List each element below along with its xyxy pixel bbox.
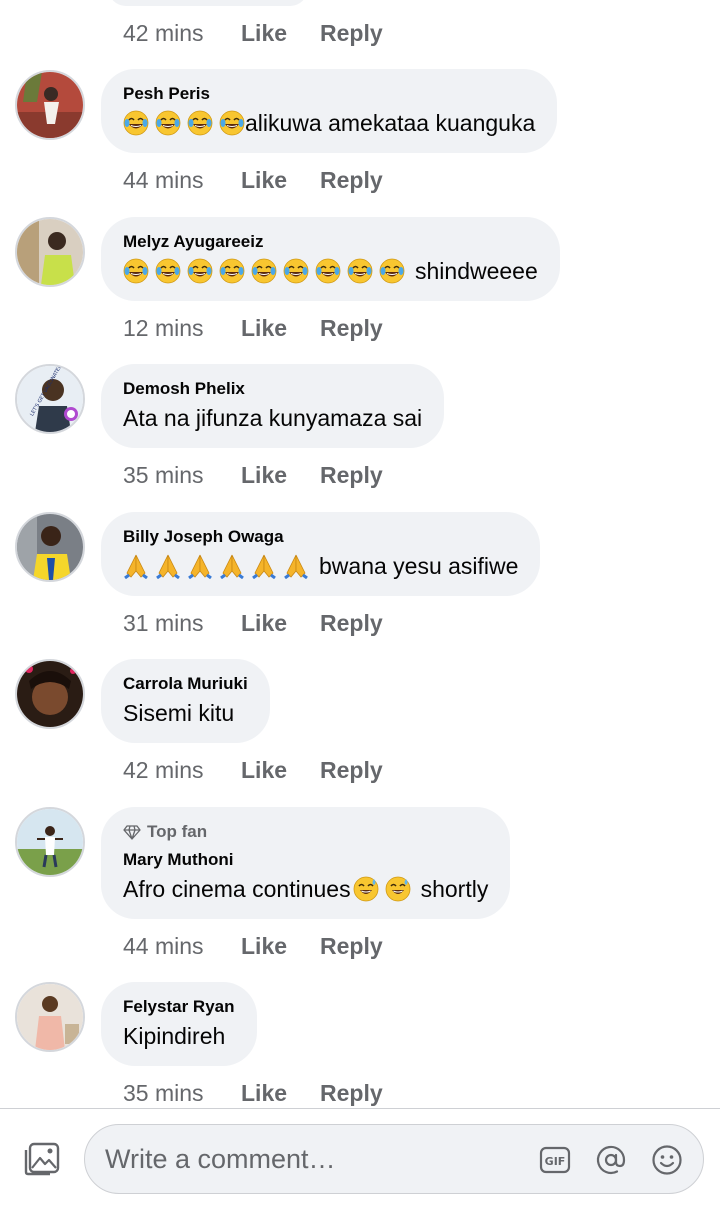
comment-author[interactable]: Carrola Muriuki	[123, 673, 248, 695]
avatar[interactable]	[15, 217, 85, 287]
joy-emoji-icon	[283, 258, 309, 284]
joy-emoji-icon	[219, 258, 245, 284]
comment-actions: 44 mins Like Reply	[123, 162, 383, 198]
like-button[interactable]: Like	[241, 757, 320, 784]
comment-composer: Write a comment… GIF	[0, 1108, 720, 1208]
comment-time: 44 mins	[123, 932, 204, 959]
avatar[interactable]	[15, 512, 85, 582]
comment-bubble[interactable]: Billy Joseph Owaga bwana yesu asifiwe	[101, 512, 541, 596]
diamond-icon	[123, 825, 141, 840]
pray-emoji-icon	[251, 553, 277, 579]
reply-button[interactable]: Reply	[320, 20, 383, 47]
reply-button[interactable]: Reply	[320, 610, 383, 637]
previous-comment-bubble	[108, 0, 308, 6]
comment-time: 12 mins	[123, 314, 204, 341]
comment-bubble[interactable]: Melyz Ayugareeiz shindweeee	[101, 217, 560, 301]
sweat-smile-emoji-icon	[353, 876, 379, 902]
pray-emoji-icon	[123, 553, 149, 579]
comment-actions: 44 mins Like Reply	[123, 928, 383, 964]
reply-button[interactable]: Reply	[320, 167, 383, 194]
joy-emoji-icon	[155, 258, 181, 284]
comment-input-placeholder: Write a comment…	[105, 1144, 336, 1174]
comment-time: 35 mins	[123, 461, 204, 488]
joy-emoji-icon	[315, 258, 341, 284]
comment-bubble[interactable]: Pesh Peris alikuwa amekataa kuanguka	[101, 69, 558, 153]
comment-actions: 42 mins Like Reply	[123, 15, 383, 51]
comment-bubble[interactable]: Demosh Phelix Ata na jifunza kunyamaza s…	[101, 364, 445, 448]
like-button[interactable]: Like	[241, 1080, 320, 1107]
comment-text: Sisemi kitu	[123, 700, 235, 726]
comment-author[interactable]: Mary Muthoni	[123, 849, 488, 871]
like-button[interactable]: Like	[241, 20, 320, 47]
comment-actions: 42 mins Like Reply	[123, 752, 383, 788]
comment-text-body: alikuwa amekataa kuanguka	[245, 110, 536, 136]
comment-bubble[interactable]: Carrola Muriuki Sisemi kitu	[101, 659, 270, 743]
like-button[interactable]: Like	[241, 315, 320, 342]
joy-emoji-icon	[379, 258, 405, 284]
comment-text-body: Afro cinema continues	[123, 876, 351, 902]
comment-time: 42 mins	[123, 756, 204, 783]
comment-author[interactable]: Demosh Phelix	[123, 378, 422, 400]
top-fan-label: Top fan	[147, 822, 208, 841]
comment-text-body: shindweeee	[415, 258, 538, 284]
comment-actions: 35 mins Like Reply	[123, 457, 383, 493]
comment-time: 42 mins	[123, 19, 204, 46]
comment-time: 31 mins	[123, 609, 204, 636]
avatar[interactable]	[15, 70, 85, 140]
reply-button[interactable]: Reply	[320, 462, 383, 489]
reply-button[interactable]: Reply	[320, 757, 383, 784]
comment-text: bwana yesu asifiwe	[123, 550, 518, 582]
joy-emoji-icon	[155, 110, 181, 136]
comment-actions: 12 mins Like Reply	[123, 310, 383, 346]
joy-emoji-icon	[123, 258, 149, 284]
comment-text: Kipindireh	[123, 1023, 226, 1049]
top-fan-badge: Top fan	[123, 821, 488, 843]
reply-button[interactable]: Reply	[320, 933, 383, 960]
avatar[interactable]	[15, 982, 85, 1052]
comment-text: Afro cinema continues shortly	[123, 873, 488, 905]
emoji-icon[interactable]	[651, 1144, 683, 1176]
avatar[interactable]: LET'S GET VACCINATED	[15, 364, 85, 434]
comment-bubble[interactable]: Top fan Mary Muthoni Afro cinema continu…	[101, 807, 511, 919]
comment-author[interactable]: Pesh Peris	[123, 83, 535, 105]
reply-button[interactable]: Reply	[320, 1080, 383, 1107]
joy-emoji-icon	[123, 110, 149, 136]
comment-text: shindweeee	[123, 255, 538, 287]
comment-text: alikuwa amekataa kuanguka	[123, 107, 535, 139]
comment-input[interactable]: Write a comment… GIF	[84, 1124, 704, 1194]
comment-feed: 42 mins Like Reply Pesh Peris alikuwa am…	[0, 0, 720, 1108]
avatar[interactable]	[15, 807, 85, 877]
comment-author[interactable]: Felystar Ryan	[123, 996, 235, 1018]
joy-emoji-icon	[251, 258, 277, 284]
comment-bubble[interactable]: Felystar Ryan Kipindireh	[101, 982, 257, 1066]
like-button[interactable]: Like	[241, 610, 320, 637]
like-button[interactable]: Like	[241, 933, 320, 960]
pray-emoji-icon	[219, 553, 245, 579]
joy-emoji-icon	[219, 110, 245, 136]
comment-time: 35 mins	[123, 1079, 204, 1106]
avatar[interactable]	[15, 659, 85, 729]
comment-text-body: bwana yesu asifiwe	[319, 553, 519, 579]
reply-button[interactable]: Reply	[320, 315, 383, 342]
joy-emoji-icon	[187, 258, 213, 284]
svg-text:GIF: GIF	[545, 1155, 566, 1168]
comment-text-tail: shortly	[420, 876, 489, 902]
pray-emoji-icon	[283, 553, 309, 579]
gif-icon[interactable]: GIF	[539, 1144, 571, 1176]
comment-author[interactable]: Melyz Ayugareeiz	[123, 231, 538, 253]
comment-time: 44 mins	[123, 166, 204, 193]
joy-emoji-icon	[347, 258, 373, 284]
comment-author[interactable]: Billy Joseph Owaga	[123, 526, 518, 548]
sweat-smile-emoji-icon	[385, 876, 411, 902]
comment-actions: 31 mins Like Reply	[123, 605, 383, 641]
like-button[interactable]: Like	[241, 167, 320, 194]
photo-icon[interactable]	[24, 1142, 60, 1176]
like-button[interactable]: Like	[241, 462, 320, 489]
pray-emoji-icon	[155, 553, 181, 579]
joy-emoji-icon	[187, 110, 213, 136]
pray-emoji-icon	[187, 553, 213, 579]
comment-actions: 35 mins Like Reply	[123, 1075, 383, 1108]
mention-icon[interactable]	[595, 1144, 627, 1176]
comment-text: Ata na jifunza kunyamaza sai	[123, 405, 423, 431]
